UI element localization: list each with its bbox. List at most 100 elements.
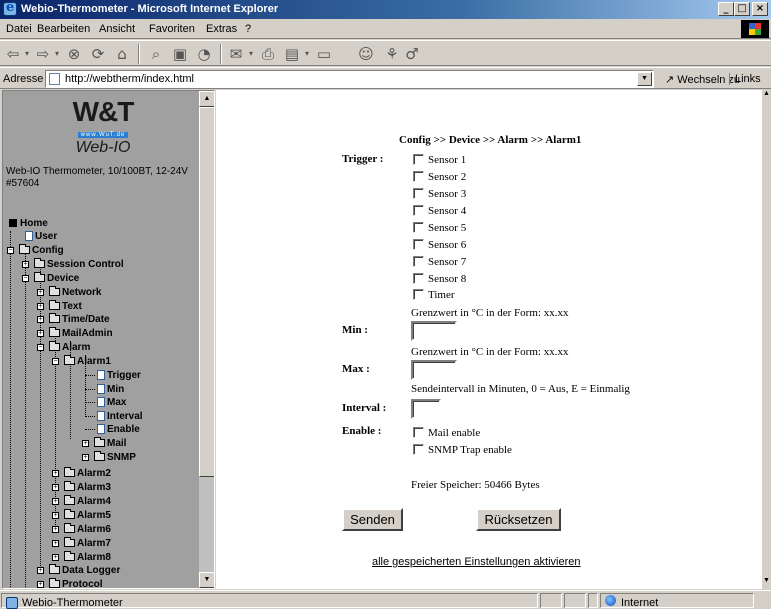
checkbox[interactable] — [413, 222, 424, 233]
tree-item-alarm[interactable]: Alarm — [49, 341, 90, 354]
expand-icon[interactable]: + — [52, 512, 59, 519]
tree-item-alarm5[interactable]: Alarm5 — [64, 509, 111, 522]
checkbox[interactable] — [413, 171, 424, 182]
trigger-sensor1[interactable]: Sensor 1 — [413, 154, 466, 168]
links-button[interactable]: Links — [729, 73, 761, 85]
back-arrow-icon[interactable]: ⇦ — [4, 44, 22, 64]
expand-icon[interactable]: + — [37, 289, 44, 296]
tree-item-alarm7[interactable]: Alarm7 — [64, 537, 111, 550]
scroll-up-icon[interactable]: ▲ — [199, 91, 214, 107]
tree-item-text[interactable]: Text — [49, 300, 82, 313]
maximize-button[interactable]: □ — [734, 2, 750, 16]
menu-favoriten[interactable]: Favoriten — [149, 23, 195, 35]
tree-item-interval[interactable]: Interval — [97, 410, 143, 423]
nav-scrollbar[interactable]: ▲ ▼ — [199, 91, 214, 588]
snmp-trap-enable[interactable]: SNMP Trap enable — [413, 444, 512, 458]
forward-arrow-icon[interactable]: ⇨ — [34, 44, 52, 64]
collapse-icon[interactable]: − — [7, 247, 14, 254]
trigger-sensor7[interactable]: Sensor 7 — [413, 256, 466, 270]
expand-icon[interactable]: + — [37, 581, 44, 588]
tree-item-config[interactable]: Config — [19, 244, 64, 257]
checkbox[interactable] — [413, 188, 424, 199]
tree-item-alarm2[interactable]: Alarm2 — [64, 467, 111, 480]
tree-item-time-date[interactable]: Time/Date — [49, 313, 110, 326]
expand-icon[interactable]: + — [52, 554, 59, 561]
home-icon[interactable]: ⌂ — [112, 44, 132, 64]
history-icon[interactable]: ◔ — [194, 44, 214, 64]
tree-item-alarm3[interactable]: Alarm3 — [64, 481, 111, 494]
expand-icon[interactable]: + — [52, 470, 59, 477]
research-icon[interactable]: ♂ — [402, 44, 422, 64]
trigger-sensor4[interactable]: Sensor 4 — [413, 205, 466, 219]
collapse-icon[interactable]: − — [52, 358, 59, 365]
reset-button[interactable]: Rücksetzen — [476, 508, 561, 531]
tree-item-min[interactable]: Min — [97, 383, 124, 396]
tree-item-enable[interactable]: Enable — [97, 423, 140, 436]
interval-input[interactable] — [411, 399, 441, 419]
nav-scroll-thumb[interactable] — [199, 107, 214, 477]
expand-icon[interactable]: + — [52, 540, 59, 547]
tree-item-data-logger[interactable]: Data Logger — [49, 564, 120, 577]
expand-icon[interactable]: + — [22, 261, 29, 268]
back-dropdown-icon[interactable]: ▾ — [22, 44, 32, 64]
menu-ansicht[interactable]: Ansicht — [99, 23, 135, 35]
trigger-timer[interactable]: Timer — [413, 289, 455, 303]
address-dropdown-button[interactable]: ▼ — [637, 72, 652, 86]
max-input[interactable] — [411, 360, 457, 380]
activate-settings-link[interactable]: alle gespeicherten Einstellungen aktivie… — [372, 556, 581, 568]
refresh-icon[interactable]: ⟳ — [88, 44, 108, 64]
expand-icon[interactable]: + — [52, 484, 59, 491]
min-input[interactable] — [411, 321, 457, 341]
address-input[interactable]: http://webtherm/index.html ▼ — [45, 70, 654, 88]
mail-icon[interactable]: ✉ — [226, 44, 246, 64]
checkbox[interactable] — [413, 273, 424, 284]
address-url[interactable]: http://webtherm/index.html — [65, 73, 194, 85]
tree-item-protocol[interactable]: Protocol — [49, 578, 103, 588]
menu-datei[interactable]: Datei — [6, 23, 32, 35]
tree-item-mail[interactable]: Mail — [94, 437, 126, 450]
edit-icon[interactable]: ▤ — [282, 44, 302, 64]
checkbox[interactable] — [413, 427, 424, 438]
tree-item-network[interactable]: Network — [49, 286, 101, 299]
tree-item-user[interactable]: User — [25, 230, 57, 243]
menu-extras[interactable]: Extras — [206, 23, 237, 35]
tree-item-home[interactable]: Home — [9, 217, 48, 230]
checkbox[interactable] — [413, 289, 424, 300]
tree-item-snmp[interactable]: SNMP — [94, 451, 136, 464]
menu-bearbeiten[interactable]: Bearbeiten — [37, 23, 90, 35]
messenger-icon[interactable]: ☺ — [356, 44, 376, 64]
checkbox[interactable] — [413, 444, 424, 455]
scroll-down-icon[interactable]: ▼ — [762, 577, 771, 587]
tree-item-alarm4[interactable]: Alarm4 — [64, 495, 111, 508]
trigger-sensor3[interactable]: Sensor 3 — [413, 188, 466, 202]
expand-icon[interactable]: + — [37, 330, 44, 337]
expand-icon[interactable]: + — [82, 454, 89, 461]
stop-icon[interactable]: ⊗ — [64, 44, 84, 64]
menu-help[interactable]: ? — [245, 23, 251, 35]
edit-dropdown-icon[interactable]: ▾ — [302, 44, 312, 64]
checkbox[interactable] — [413, 256, 424, 267]
content-scrollbar[interactable]: ▲ ▼ — [762, 90, 771, 589]
tree-item-alarm1[interactable]: Alarm1 — [64, 355, 111, 368]
tree-item-alarm6[interactable]: Alarm6 — [64, 523, 111, 536]
checkbox[interactable] — [413, 239, 424, 250]
print-icon[interactable]: ⎙ — [258, 44, 278, 64]
tree-item-device[interactable]: Device — [34, 272, 79, 285]
checkbox[interactable] — [413, 205, 424, 216]
scroll-down-icon[interactable]: ▼ — [199, 572, 214, 588]
tree-item-mailadmin[interactable]: MailAdmin — [49, 327, 113, 340]
minimize-button[interactable]: _ — [718, 2, 734, 16]
mail-enable[interactable]: Mail enable — [413, 427, 480, 441]
collapse-icon[interactable]: − — [22, 275, 29, 282]
forward-dropdown-icon[interactable]: ▾ — [52, 44, 62, 64]
discuss-icon[interactable]: ▭ — [314, 44, 334, 64]
tree-item-max[interactable]: Max — [97, 396, 126, 409]
trigger-sensor2[interactable]: Sensor 2 — [413, 171, 466, 185]
trigger-sensor8[interactable]: Sensor 8 — [413, 273, 466, 287]
trigger-sensor5[interactable]: Sensor 5 — [413, 222, 466, 236]
search-icon[interactable]: ⌕ — [146, 44, 166, 64]
tree-item-session-control[interactable]: Session Control — [34, 258, 124, 271]
expand-icon[interactable]: + — [37, 316, 44, 323]
expand-icon[interactable]: + — [52, 526, 59, 533]
tree-item-trigger[interactable]: Trigger — [97, 369, 141, 382]
